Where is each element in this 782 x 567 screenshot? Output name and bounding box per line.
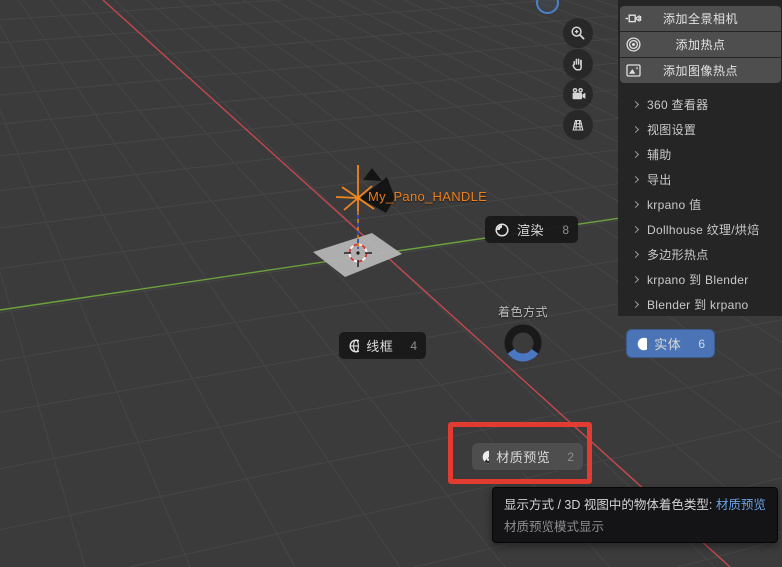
section-360-viewer[interactable]: 360 查看器	[618, 92, 782, 117]
section-dollhouse-texture-bake[interactable]: Dollhouse 纹理/烘焙	[618, 217, 782, 242]
camera-view-button[interactable]	[563, 79, 593, 109]
grid-plane-icon	[572, 119, 584, 131]
annotation-red-box	[448, 422, 592, 484]
add-panorama-camera-label: 添加全景相机	[662, 12, 738, 26]
shortcut-key: 6	[698, 336, 705, 351]
sidebar-action-buttons: 添加全景相机 添加热点 添加图像热点	[620, 6, 781, 83]
add-image-hotspot-button[interactable]: 添加图像热点	[620, 58, 781, 83]
rendered-sphere-icon	[495, 222, 509, 237]
pie-item-rendered[interactable]: 渲染 8	[485, 216, 578, 243]
sidebar-panel: 添加全景相机 添加热点 添加图像热点 360 查看器 视图设置 辅助 导出 kr…	[618, 0, 782, 316]
tooltip-value: 材质预览	[715, 498, 766, 512]
pie-menu-center-ring	[504, 324, 542, 362]
movie-camera-icon	[572, 88, 585, 100]
add-image-hotspot-label: 添加图像热点	[662, 64, 738, 78]
chevron-right-icon	[631, 175, 640, 184]
object-name-label: My_Pano_HANDLE	[368, 189, 488, 204]
pie-item-wireframe[interactable]: 线框 4	[339, 332, 426, 359]
shortcut-key: 4	[410, 338, 417, 353]
chevron-right-icon	[631, 300, 640, 309]
sidebar-sections: 360 查看器 视图设置 辅助 导出 krpano 值 Dollhouse 纹理…	[618, 92, 782, 317]
add-hotspot-button[interactable]: 添加热点	[620, 32, 781, 57]
section-polygon-hotspot[interactable]: 多边形热点	[618, 242, 782, 267]
section-blender-to-krpano[interactable]: Blender 到 krpano	[618, 292, 782, 317]
tooltip: 显示方式 / 3D 视图中的物体着色类型: 材质预览 材质预览模式显示	[492, 487, 778, 543]
pan-button[interactable]	[563, 48, 593, 79]
section-view-settings[interactable]: 视图设置	[618, 117, 782, 142]
section-krpano-value[interactable]: krpano 值	[618, 192, 782, 217]
section-export[interactable]: 导出	[618, 167, 782, 192]
solid-sphere-icon	[637, 337, 648, 350]
chevron-right-icon	[631, 125, 640, 134]
chevron-right-icon	[631, 200, 640, 209]
perspective-toggle-button[interactable]	[563, 109, 593, 140]
section-krpano-to-blender[interactable]: krpano 到 Blender	[618, 267, 782, 292]
tooltip-secondary: 材质预览模式显示	[504, 520, 605, 534]
shortcut-key: 8	[562, 222, 569, 237]
wireframe-sphere-icon	[349, 339, 360, 352]
chevron-right-icon	[631, 100, 640, 109]
chevron-right-icon	[631, 250, 640, 259]
image-hotspot-icon	[626, 64, 641, 77]
panorama-camera-icon	[625, 14, 642, 23]
section-auxiliary[interactable]: 辅助	[618, 142, 782, 167]
pie-menu-title: 着色方式	[497, 305, 548, 319]
hotspot-icon	[626, 37, 641, 52]
pie-item-solid-selected[interactable]: 实体 6	[627, 330, 714, 357]
chevron-right-icon	[631, 150, 640, 159]
blender-3d-viewport: My_Pano_HANDLE 添加全景相机 添加热点 添加图像热点 360 查看…	[0, 0, 782, 567]
tooltip-description: 显示方式 / 3D 视图中的物体着色类型:	[504, 498, 716, 512]
hand-icon	[572, 57, 582, 70]
magnifier-plus-icon	[571, 26, 585, 40]
zoom-button[interactable]	[563, 18, 593, 48]
add-panorama-camera-button[interactable]: 添加全景相机	[620, 6, 781, 31]
add-hotspot-label: 添加热点	[675, 38, 726, 52]
chevron-right-icon	[631, 225, 640, 234]
chevron-right-icon	[631, 275, 640, 284]
